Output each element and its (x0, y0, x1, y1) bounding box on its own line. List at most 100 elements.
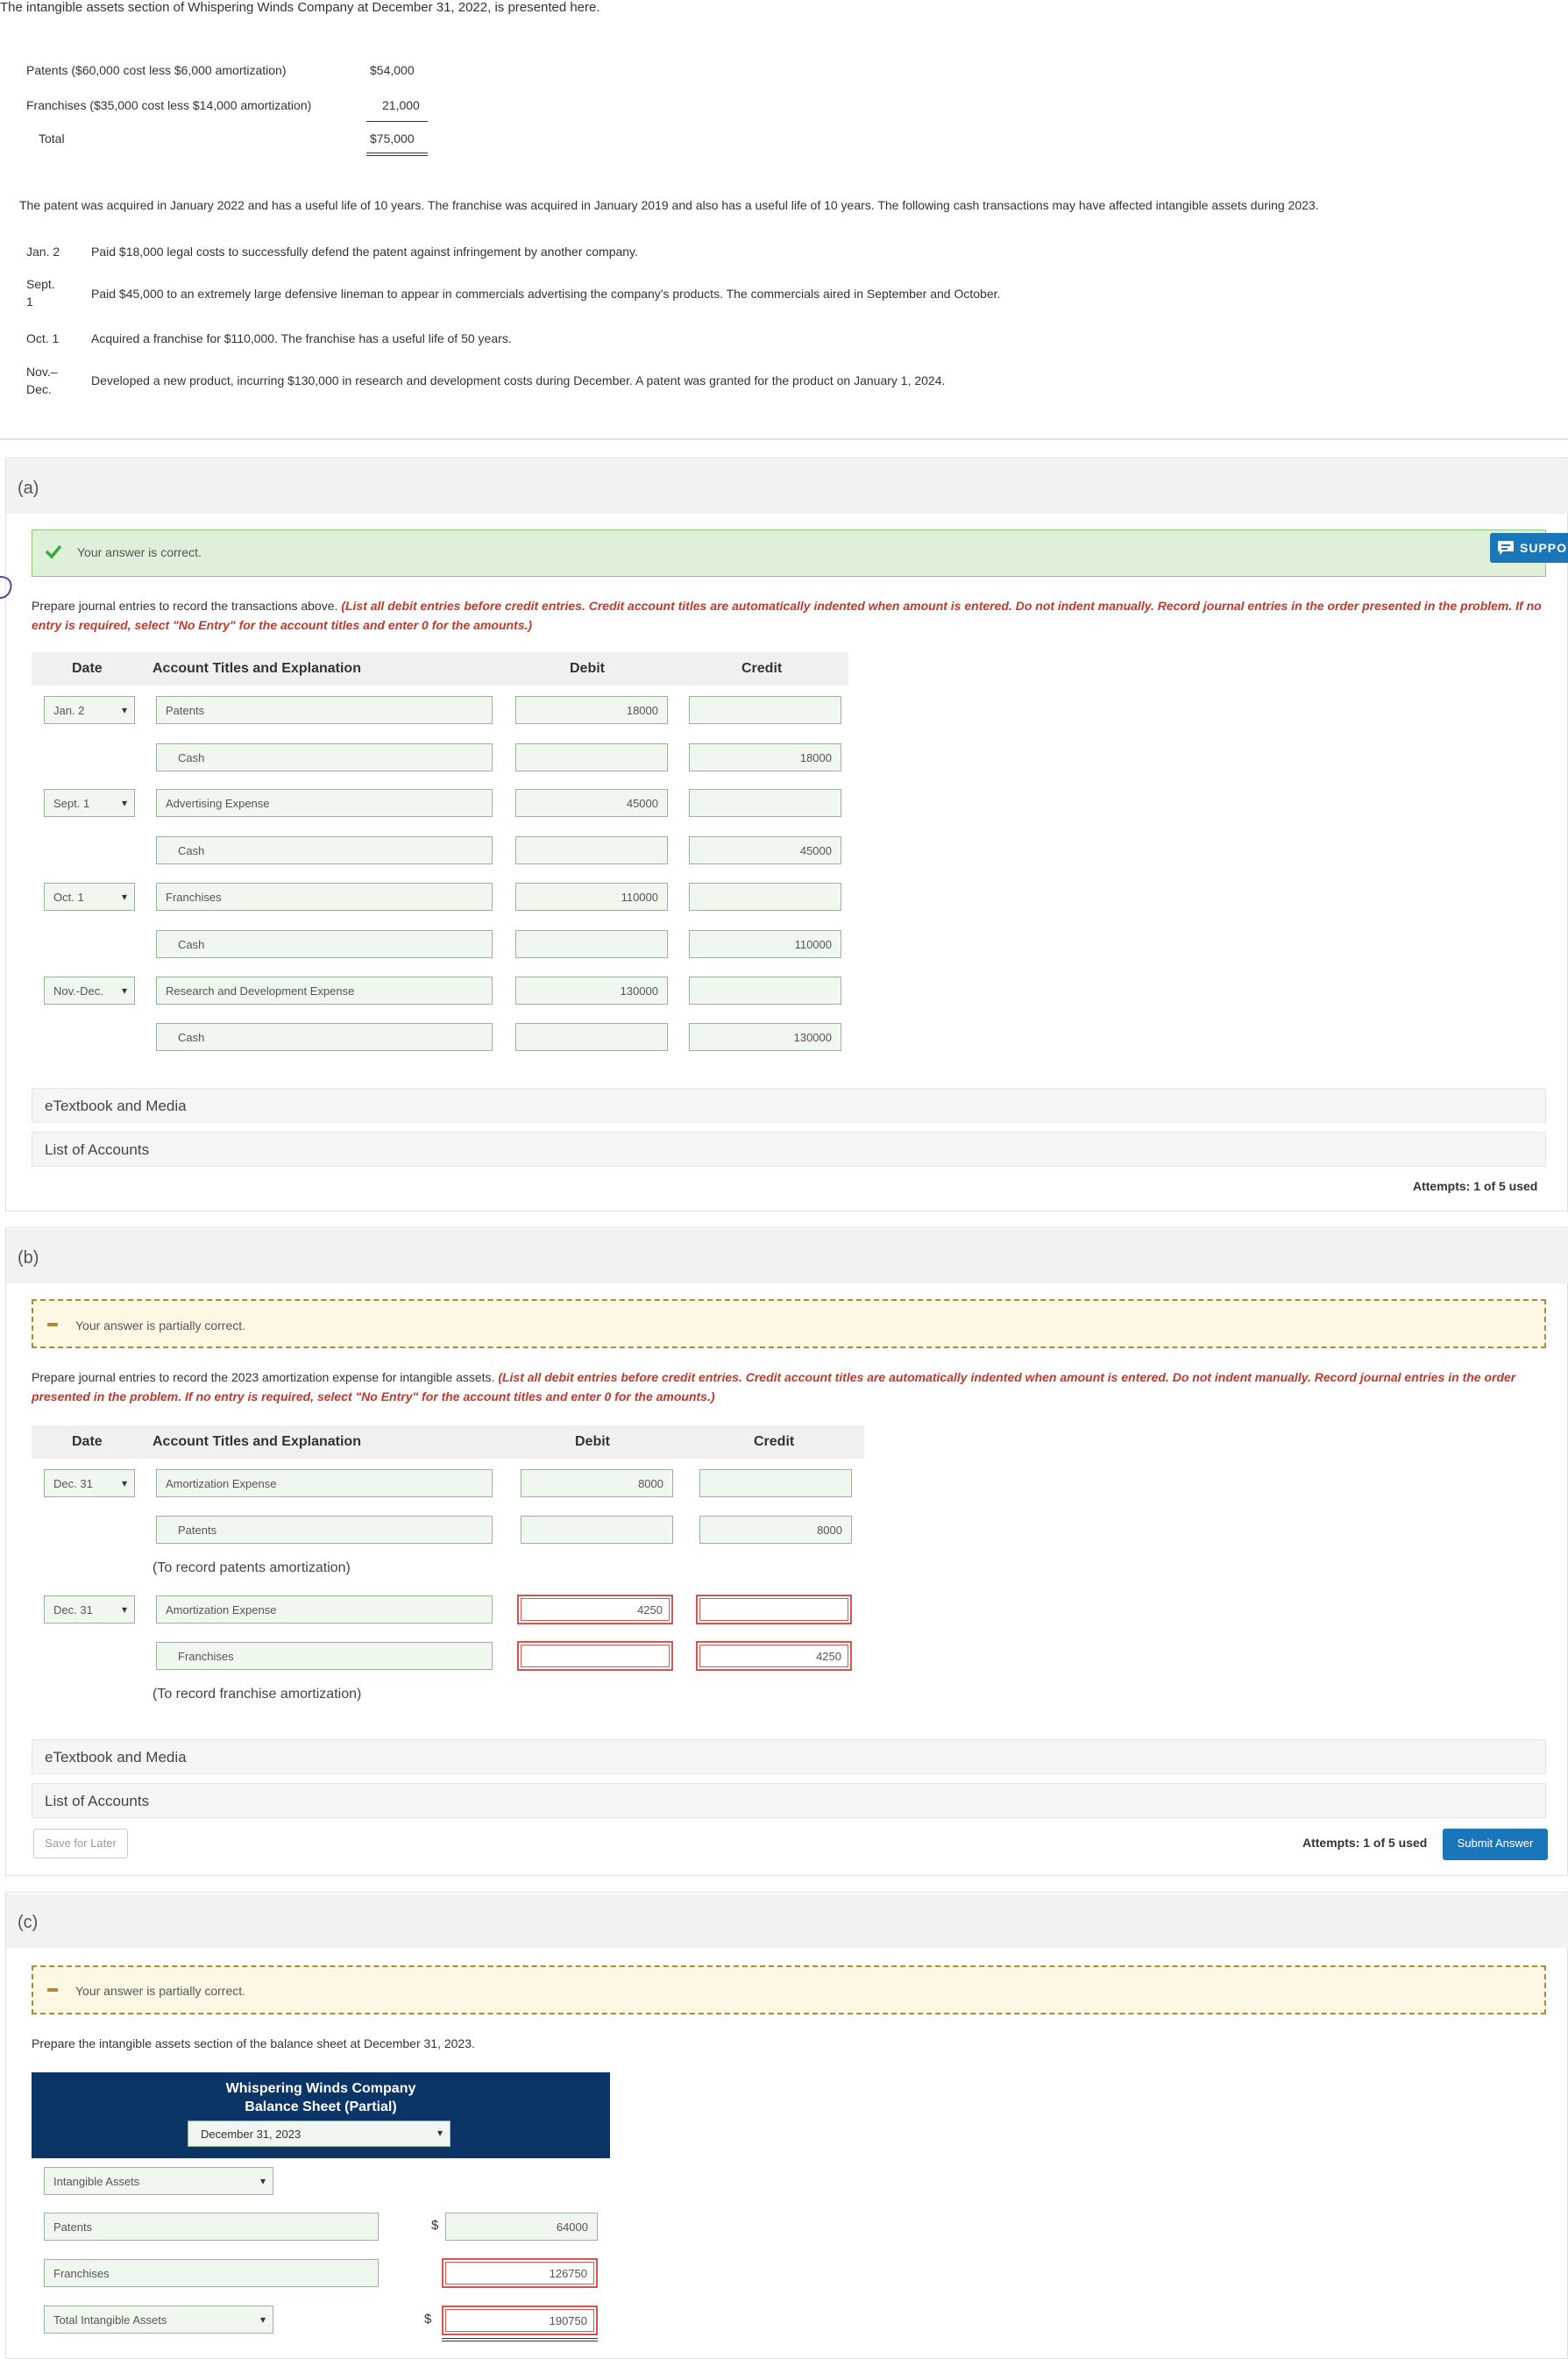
total-select[interactable]: Total Intangible Assets ▾ (44, 2306, 273, 2334)
list-of-accounts-link[interactable]: List of Accounts (32, 1132, 1546, 1167)
support-button[interactable]: SUPPO (1490, 533, 1568, 563)
statement-title: Balance Sheet (Partial) (245, 2100, 397, 2114)
correct-banner-text: Your answer is correct. (77, 545, 202, 559)
debit-field[interactable]: 45000 (515, 789, 668, 817)
total-amount-field[interactable]: 190750 (442, 2306, 598, 2335)
col-credit: Credit (754, 1434, 795, 1449)
debit-field[interactable]: 130000 (515, 977, 668, 1005)
credit-field[interactable] (689, 696, 841, 724)
date-select[interactable]: Jan. 2 ▾ (44, 696, 135, 724)
txn-text: Paid $45,000 to an extremely large defen… (91, 287, 1001, 301)
account-field[interactable]: Cash (156, 1023, 493, 1051)
col-account: Account Titles and Explanation (153, 1434, 361, 1449)
credit-field[interactable]: 18000 (689, 743, 841, 771)
credit-field[interactable]: 110000 (689, 930, 841, 958)
total-rule-2 (366, 155, 428, 156)
date-value: Oct. 1 (53, 891, 84, 904)
date-value: Sept. 1 (53, 797, 90, 810)
chevron-down-icon: ▾ (121, 704, 127, 716)
amount-field[interactable]: 126750 (442, 2258, 598, 2288)
account-field[interactable]: Patents (156, 1516, 493, 1544)
date-select[interactable]: Dec. 31 ▾ (44, 1469, 135, 1497)
account-field[interactable]: Cash (156, 930, 493, 958)
etextbook-link[interactable]: eTextbook and Media (32, 1088, 1546, 1123)
txn-text: Acquired a franchise for $110,000. The f… (91, 331, 512, 345)
txn-date: Nov.–Dec. (26, 365, 58, 396)
company-name: Whispering Winds Company (225, 2081, 416, 2096)
debit-field[interactable] (515, 836, 668, 864)
partial-banner (32, 1965, 1546, 2014)
credit-field[interactable]: 8000 (699, 1516, 852, 1544)
statement-date-select[interactable]: December 31, 2023 ▾ (188, 2121, 451, 2147)
part-a-instruction: Prepare journal entries to record the tr… (32, 596, 1557, 635)
col-date: Date (72, 661, 103, 676)
submit-answer-button[interactable]: Submit Answer (1443, 1829, 1548, 1860)
credit-field[interactable] (689, 789, 841, 817)
chevron-down-icon: ▾ (121, 984, 127, 997)
total-label: Total Intangible Assets (53, 2313, 167, 2327)
credit-field[interactable]: 4250 (696, 1641, 852, 1671)
account-field[interactable]: Amortization Expense (156, 1595, 493, 1624)
debit-field[interactable] (521, 1516, 673, 1544)
txn-date: Jan. 2 (26, 245, 60, 259)
account-field[interactable]: Patents (156, 696, 493, 724)
journal-header: Date Account Titles and Explanation Debi… (32, 652, 848, 686)
journal-header: Date Account Titles and Explanation Debi… (32, 1425, 864, 1459)
support-label: SUPPO (1520, 541, 1568, 555)
date-select[interactable]: Oct. 1 ▾ (44, 883, 135, 911)
credit-field[interactable] (696, 1595, 852, 1624)
save-for-later-button[interactable]: Save for Later (33, 1829, 128, 1858)
amount-field[interactable]: 64000 (445, 2213, 598, 2241)
account-field[interactable]: Cash (156, 743, 493, 771)
etextbook-link[interactable]: eTextbook and Media (32, 1739, 1546, 1774)
instruction-plain: Prepare journal entries to record the 20… (32, 1370, 499, 1384)
debit-field[interactable] (515, 743, 668, 771)
partial-icon (47, 1323, 58, 1326)
debit-field[interactable]: 110000 (515, 883, 668, 911)
account-field[interactable]: Patents (44, 2213, 379, 2241)
account-field[interactable]: Amortization Expense (156, 1469, 493, 1497)
partial-icon (47, 1988, 58, 1992)
account-field[interactable]: Research and Development Expense (156, 977, 493, 1005)
credit-field[interactable] (689, 977, 841, 1005)
entry-memo: (To record franchise amortization) (153, 1687, 362, 1702)
date-select[interactable]: Sept. 1 ▾ (44, 789, 135, 817)
credit-field[interactable] (699, 1469, 852, 1497)
credit-field[interactable]: 130000 (689, 1023, 841, 1051)
date-select[interactable]: Nov.-Dec. ▾ (44, 977, 135, 1005)
chevron-down-icon: ▾ (121, 1477, 127, 1489)
chevron-down-icon: ▾ (436, 2127, 443, 2139)
debit-field[interactable]: 4250 (517, 1595, 673, 1624)
col-account: Account Titles and Explanation (153, 661, 361, 676)
debit-field[interactable]: 18000 (515, 696, 668, 724)
instruction-plain: Prepare journal entries to record the tr… (32, 599, 342, 613)
intro-divider (0, 438, 1568, 440)
patents-value: $54,000 (370, 63, 415, 77)
credit-field[interactable]: 45000 (689, 836, 841, 864)
debit-field[interactable] (515, 930, 668, 958)
chevron-down-icon: ▾ (121, 1603, 127, 1616)
part-b-header (6, 1229, 1568, 1283)
chevron-down-icon: ▾ (259, 2175, 266, 2187)
attempts-counter: Attempts: 1 of 5 used (1302, 1836, 1428, 1850)
franchises-label: Franchises ($35,000 cost less $14,000 am… (26, 98, 312, 112)
col-date: Date (72, 1434, 103, 1449)
account-field[interactable]: Advertising Expense (156, 789, 493, 817)
account-field[interactable]: Franchises (44, 2259, 379, 2287)
debit-field[interactable] (517, 1641, 673, 1671)
list-of-accounts-link[interactable]: List of Accounts (32, 1783, 1546, 1818)
check-icon (45, 544, 62, 559)
chevron-down-icon: ▾ (259, 2313, 266, 2326)
date-select[interactable]: Dec. 31 ▾ (44, 1595, 135, 1624)
debit-field[interactable]: 8000 (521, 1469, 673, 1497)
debit-field[interactable] (515, 1023, 668, 1051)
account-field[interactable]: Cash (156, 836, 493, 864)
part-a-header (6, 459, 1568, 514)
account-field[interactable]: Franchises (156, 883, 493, 911)
credit-field[interactable] (689, 883, 841, 911)
date-value: Dec. 31 (53, 1477, 93, 1490)
total-label: Total (39, 131, 65, 146)
section-select[interactable]: Intangible Assets ▾ (44, 2167, 273, 2195)
part-c-label: (c) (18, 1913, 39, 1932)
account-field[interactable]: Franchises (156, 1642, 493, 1670)
